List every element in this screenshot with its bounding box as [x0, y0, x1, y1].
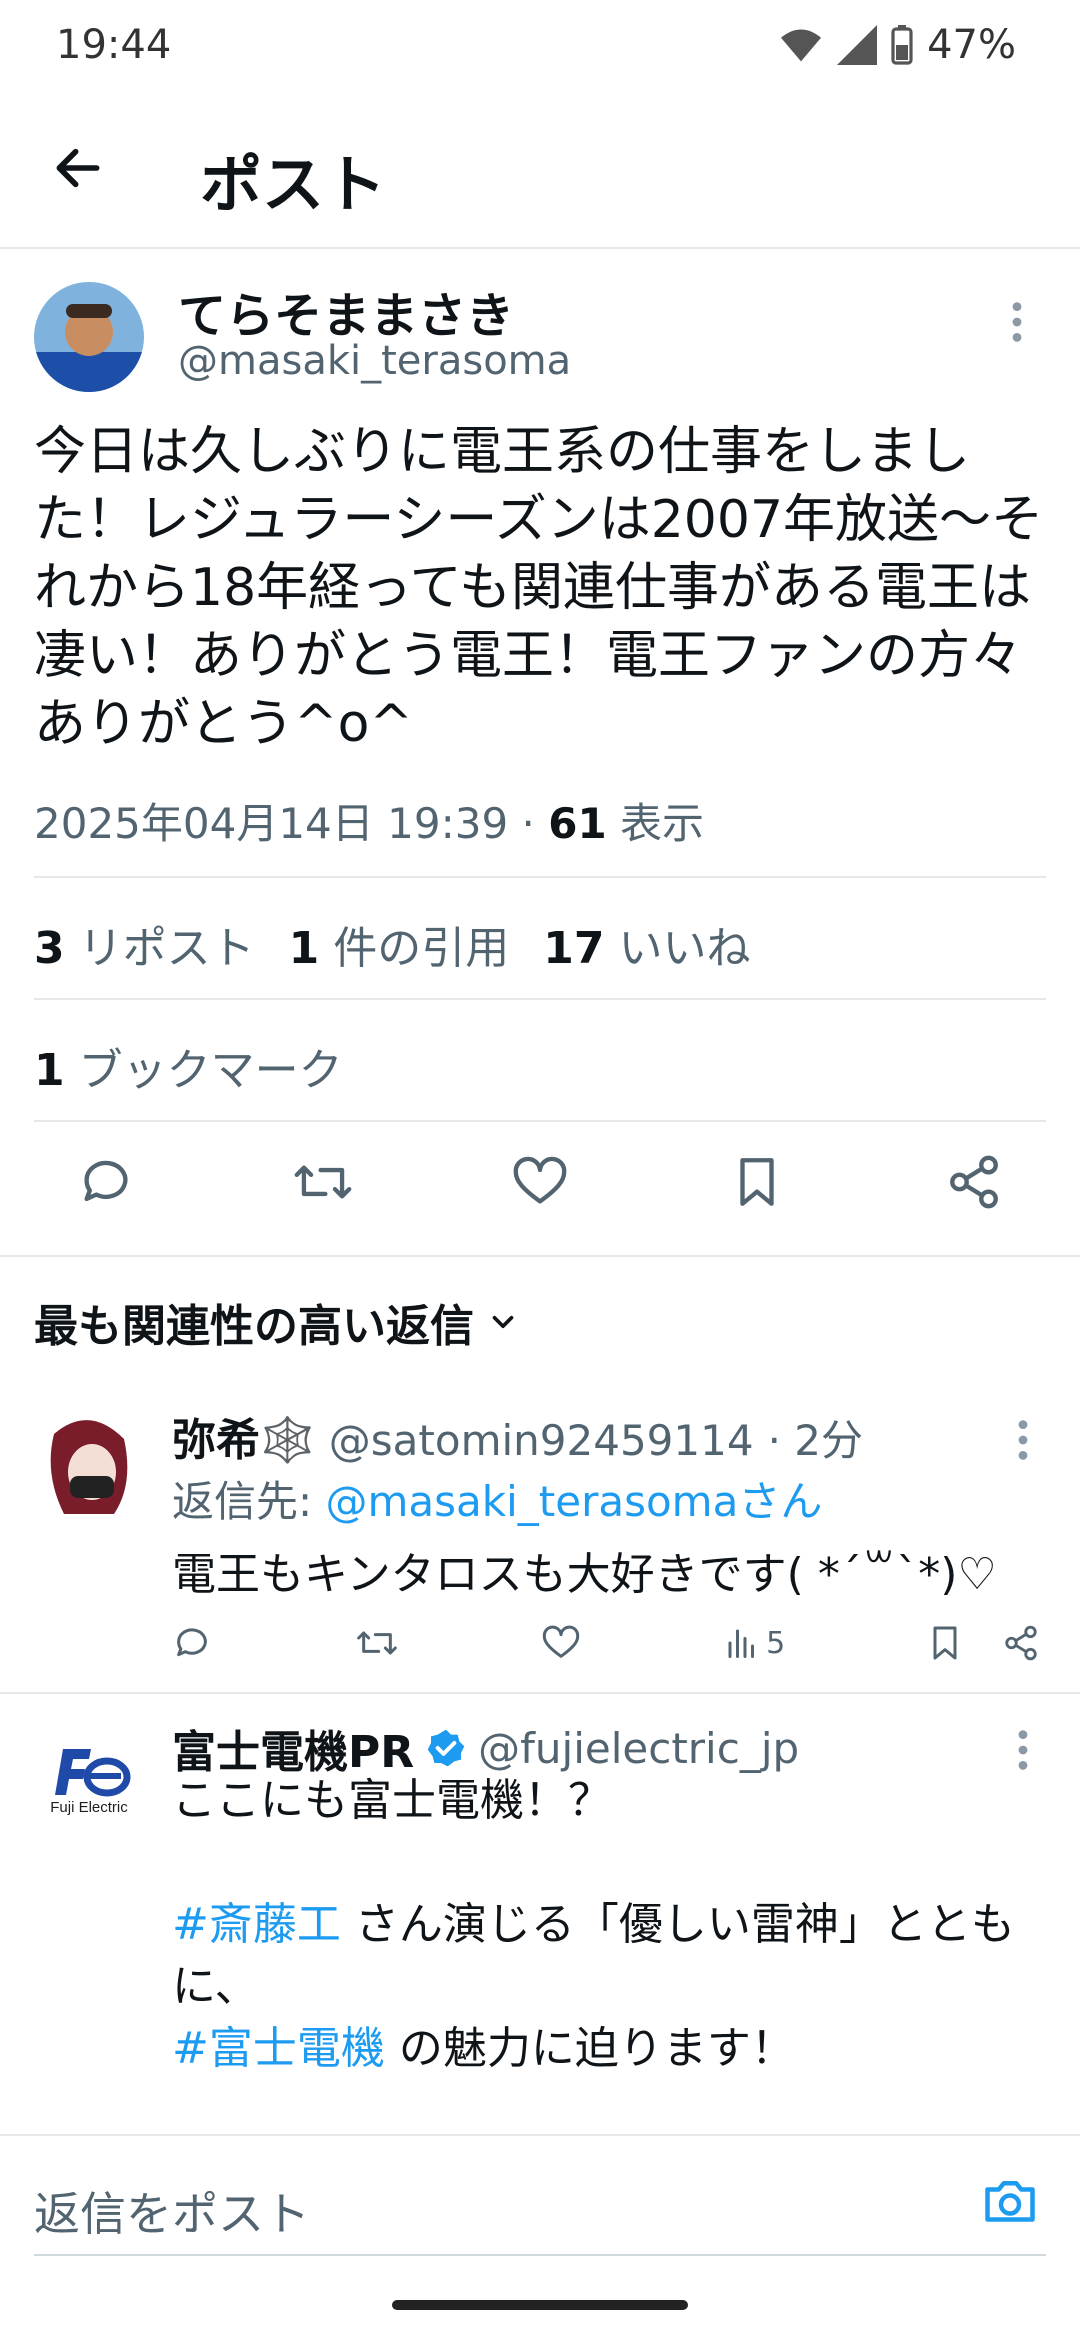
reply-avatar[interactable] — [34, 1414, 144, 1524]
battery-icon — [891, 25, 913, 65]
post-action-bar — [34, 1150, 1046, 1230]
camera-icon[interactable] — [980, 2172, 1040, 2232]
heart-icon[interactable] — [541, 1623, 581, 1663]
divider — [34, 998, 1046, 1000]
fe-logo-icon — [55, 1748, 131, 1796]
post-meta: 2025年04月14日 19:39 · 61 表示 — [34, 799, 705, 848]
reply-composer-input[interactable]: 返信をポスト — [34, 2178, 310, 2244]
quotes-stat[interactable]: 1 件の引用 — [289, 912, 510, 976]
bookmark-icon[interactable] — [928, 1623, 962, 1663]
reply-author-handle[interactable]: @satomin92459114 — [329, 1416, 754, 1465]
reply-text: 電王もキンタロスも大好きです( *´꒳`*)♡ — [172, 1549, 997, 1600]
repost-icon[interactable] — [355, 1623, 399, 1663]
views-button[interactable]: 5 — [724, 1625, 785, 1661]
author-handle[interactable]: @masaki_terasoma — [178, 338, 571, 384]
reply-line-1: ここにも富士電機！？ — [172, 1775, 612, 1826]
reply-to-line: 返信先: @masaki_terasomaさん — [172, 1477, 823, 1526]
hashtag-link[interactable]: #富士電機 — [172, 2023, 385, 2074]
post-text: 今日は久しぶりに電王系の仕事をしました！レジュラーシーズンは2007年放送〜それ… — [34, 422, 1044, 754]
more-options-icon[interactable] — [1010, 300, 1024, 352]
divider — [0, 1255, 1080, 1257]
sort-label: 最も関連性の高い返信 — [34, 1301, 474, 1352]
divider — [34, 876, 1046, 878]
wifi-icon — [781, 29, 822, 62]
reply-time: · 2分 — [767, 1416, 863, 1465]
battery-percent: 47% — [927, 22, 1016, 68]
reply-views: 5 — [766, 1625, 786, 1661]
share-button[interactable] — [942, 1150, 1006, 1214]
fuji-electric-wordmark: Fuji Electric — [50, 1798, 128, 1816]
like-button[interactable] — [508, 1150, 572, 1214]
back-arrow-icon[interactable] — [50, 140, 106, 196]
status-icons: 47% — [779, 22, 1016, 68]
verified-badge-icon — [427, 1729, 465, 1767]
divider — [34, 1120, 1046, 1122]
analytics-icon — [728, 1629, 755, 1658]
bookmarks-stat[interactable]: 1 ブックマーク — [34, 1034, 343, 1098]
chevron-down-icon — [492, 1315, 514, 1329]
reply-button[interactable] — [74, 1150, 138, 1214]
share-icon — [950, 1155, 998, 1209]
reply-more-options-icon[interactable] — [1016, 1418, 1030, 1466]
views-label: 表示 — [620, 799, 705, 848]
heart-icon — [513, 1156, 567, 1204]
composer-underline — [34, 2254, 1046, 2256]
engagement-stats: 3 リポスト 1 件の引用 17 いいね — [34, 912, 750, 976]
bookmark-icon — [740, 1158, 774, 1206]
signal-icon — [837, 25, 878, 65]
reposts-stat[interactable]: 3 リポスト — [34, 912, 255, 976]
reply-to-handle[interactable]: @masaki_terasomaさん — [326, 1477, 823, 1526]
hashtag-link[interactable]: #斎藤工 — [172, 1899, 341, 1950]
reply-action-bar: 5 — [172, 1618, 1040, 1668]
reply-icon[interactable] — [172, 1623, 212, 1663]
divider — [0, 1692, 1080, 1694]
reply-more-options-icon[interactable] — [1016, 1728, 1030, 1776]
reply-icon — [84, 1160, 128, 1202]
fuji-electric-logo[interactable]: Fuji Electric — [34, 1724, 144, 1834]
likes-stat[interactable]: 17 いいね — [543, 912, 750, 976]
views-count: 61 — [548, 799, 607, 848]
reply-text: ここにも富士電機！？ #斎藤工 さん演じる「優しい雷神」とともに、 #富士電機 … — [172, 1770, 1042, 2080]
repost-button[interactable] — [291, 1150, 355, 1214]
bookmark-button[interactable] — [725, 1150, 789, 1214]
author-avatar[interactable] — [34, 282, 144, 392]
reply-sort-dropdown[interactable]: 最も関連性の高い返信 — [34, 1290, 520, 1354]
home-indicator[interactable] — [392, 2300, 688, 2310]
reply-header: 弥希🕸️ @satomin92459114 · 2分 — [172, 1404, 863, 1468]
author-name[interactable]: てらそままさき — [178, 276, 514, 346]
status-time: 19:44 — [56, 22, 172, 68]
header-divider — [0, 247, 1080, 249]
share-icon[interactable] — [1002, 1623, 1040, 1663]
divider — [0, 2134, 1080, 2136]
reply-author-name[interactable]: 弥希🕸️ — [172, 1404, 315, 1468]
post-timestamp: 2025年04月14日 19:39 — [34, 799, 509, 848]
repost-icon — [294, 1165, 352, 1199]
reply-author-handle[interactable]: @fujielectric_jp — [478, 1724, 799, 1773]
page-title: ポスト — [200, 148, 387, 221]
